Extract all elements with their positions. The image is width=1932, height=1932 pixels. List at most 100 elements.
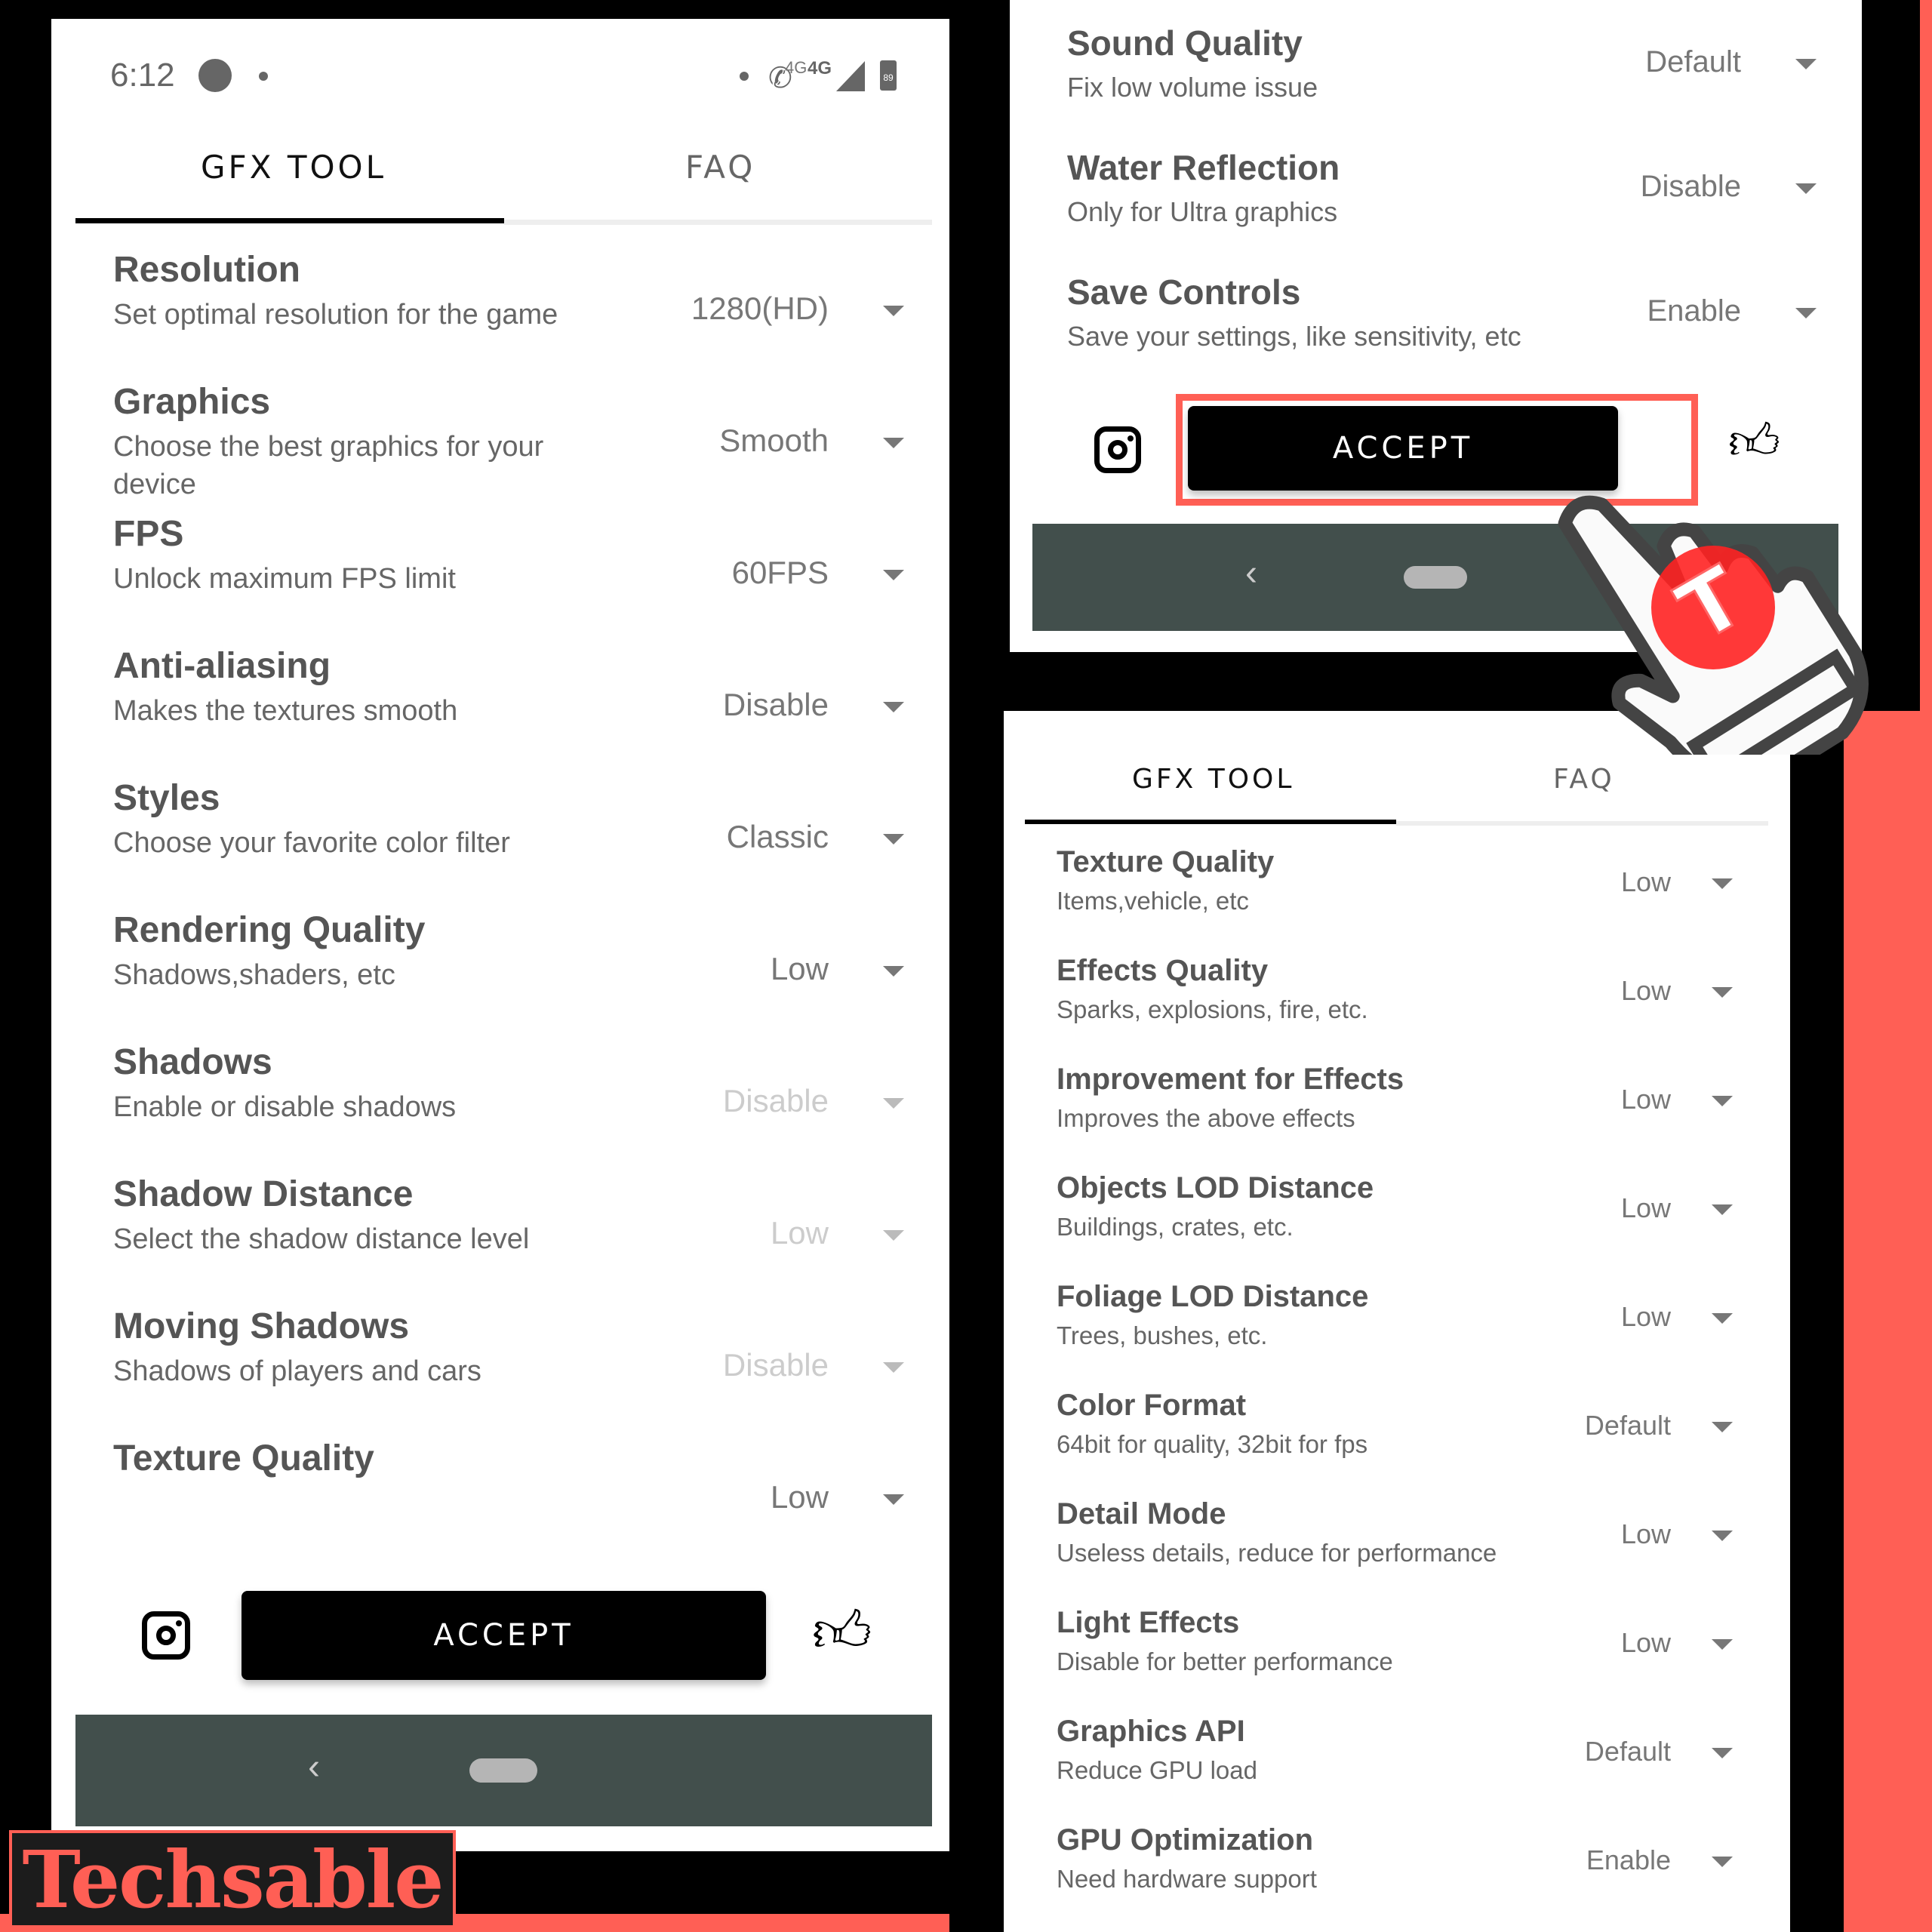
setting-value-dropdown[interactable]: Default: [1585, 1736, 1671, 1767]
setting-title: Foliage LOD Distance: [1057, 1280, 1369, 1313]
setting-subtitle: Save your settings, like sensitivity, et…: [1067, 321, 1521, 352]
chevron-down-icon[interactable]: [1712, 1096, 1733, 1106]
setting-value-dropdown[interactable]: Default: [1585, 1410, 1671, 1441]
setting-row[interactable]: GPU Optimization Need hardware support Ena…: [1004, 1823, 1790, 1932]
setting-value-dropdown[interactable]: Low: [771, 1215, 829, 1251]
setting-row[interactable]: Save Controls Save your settings, like se…: [1010, 272, 1862, 396]
setting-value-dropdown[interactable]: Default: [1645, 45, 1741, 79]
setting-value-dropdown[interactable]: Low: [771, 951, 829, 987]
setting-row[interactable]: Detail Mode Useless details, reduce for p…: [1004, 1497, 1790, 1606]
setting-row[interactable]: Water Reflection Only for Ultra graphics D…: [1010, 147, 1862, 272]
setting-title: Resolution: [113, 250, 300, 290]
chevron-down-icon[interactable]: [883, 834, 904, 844]
setting-value-dropdown[interactable]: Disable: [723, 1347, 829, 1383]
setting-value-dropdown[interactable]: Smooth: [719, 423, 829, 459]
setting-value-dropdown[interactable]: Low: [1621, 1192, 1671, 1224]
chevron-down-icon[interactable]: [1795, 308, 1817, 318]
back-icon[interactable]: ‹: [1245, 552, 1257, 594]
instagram-icon[interactable]: [142, 1611, 190, 1660]
setting-title: Shadows: [113, 1042, 272, 1082]
setting-row[interactable]: Foliage LOD Distance Trees, bushes, etc. L…: [1004, 1280, 1790, 1389]
setting-subtitle: Select the shadow distance level: [113, 1223, 530, 1255]
setting-subtitle: Makes the textures smooth: [113, 695, 458, 727]
home-pill[interactable]: [1404, 566, 1467, 589]
setting-row[interactable]: Effects Quality Sparks, explosions, fire,…: [1004, 954, 1790, 1063]
setting-row[interactable]: Shadow Distance Select the shadow distanc…: [51, 1174, 949, 1306]
setting-value-dropdown[interactable]: Enable: [1647, 294, 1741, 328]
chevron-down-icon[interactable]: [1712, 1857, 1733, 1867]
setting-row[interactable]: Rendering Quality Shadows,shaders, etc Low: [51, 909, 949, 1041]
tab-faq[interactable]: FAQ: [685, 149, 755, 186]
chevron-down-icon[interactable]: [883, 438, 904, 448]
setting-value-dropdown[interactable]: Low: [1621, 1301, 1671, 1333]
setting-value-dropdown[interactable]: Disable: [723, 687, 829, 723]
notification-dot: [740, 72, 749, 81]
setting-subtitle: Trees, bushes, etc.: [1057, 1321, 1268, 1349]
setting-row[interactable]: Texture Quality Low: [51, 1438, 949, 1570]
chevron-down-icon[interactable]: [1712, 1313, 1733, 1324]
setting-value-dropdown[interactable]: Disable: [1641, 170, 1741, 204]
hand-pointer-icon: T: [1558, 495, 1869, 755]
setting-value-dropdown[interactable]: Disable: [723, 1083, 829, 1119]
setting-value-dropdown[interactable]: 60FPS: [732, 555, 829, 591]
setting-subtitle: Shadows of players and cars: [113, 1355, 481, 1387]
setting-value-dropdown[interactable]: Low: [1621, 1084, 1671, 1115]
chevron-down-icon[interactable]: [1712, 1531, 1733, 1541]
setting-title: Moving Shadows: [113, 1306, 410, 1346]
setting-value-dropdown[interactable]: Low: [1621, 1627, 1671, 1659]
setting-row[interactable]: Color Format 64bit for quality, 32bit for…: [1004, 1389, 1790, 1497]
setting-title: Anti-aliasing: [113, 646, 331, 686]
setting-row[interactable]: Anti-aliasing Makes the textures smooth Di…: [51, 645, 949, 777]
tab-gfx-tool[interactable]: GFX TOOL: [1132, 764, 1294, 795]
chevron-down-icon[interactable]: [1712, 987, 1733, 998]
chevron-down-icon[interactable]: [883, 1494, 904, 1505]
home-pill[interactable]: [469, 1758, 537, 1783]
chevron-down-icon[interactable]: [1712, 878, 1733, 889]
setting-row[interactable]: Objects LOD Distance Buildings, crates, e…: [1004, 1171, 1790, 1280]
chevron-down-icon[interactable]: [883, 1098, 904, 1109]
chevron-down-icon[interactable]: [883, 570, 904, 580]
setting-row[interactable]: Graphics API Reduce GPU load Default: [1004, 1715, 1790, 1823]
tab-divider: [1396, 821, 1768, 826]
setting-value-dropdown[interactable]: 1280(HD): [691, 291, 829, 327]
chevron-down-icon[interactable]: [1712, 1748, 1733, 1758]
setting-row[interactable]: Graphics Choose the best graphics for you…: [51, 381, 949, 513]
chevron-down-icon[interactable]: [1712, 1204, 1733, 1215]
setting-value-dropdown[interactable]: Low: [1621, 975, 1671, 1007]
instagram-icon[interactable]: [1094, 426, 1141, 473]
setting-title: Detail Mode: [1057, 1497, 1226, 1531]
setting-row[interactable]: Resolution Set optimal resolution for the…: [51, 249, 949, 381]
setting-title: Water Reflection: [1067, 148, 1340, 187]
techsable-logo-text: Techsable: [22, 1832, 445, 1926]
setting-value-dropdown[interactable]: Enable: [1586, 1844, 1671, 1876]
chevron-down-icon[interactable]: [1712, 1422, 1733, 1432]
network-label: 4G: [785, 58, 808, 77]
back-icon[interactable]: ‹: [308, 1746, 320, 1788]
setting-row[interactable]: FPS Unlock maximum FPS limit 60FPS: [51, 513, 949, 645]
chevron-down-icon[interactable]: [1712, 1639, 1733, 1650]
setting-row[interactable]: Improvement for Effects Improves the abov…: [1004, 1063, 1790, 1171]
setting-row[interactable]: Styles Choose your favorite color filter C…: [51, 777, 949, 909]
thumbs-up-icon[interactable]: 👍︎: [812, 1604, 872, 1661]
setting-title: Texture Quality: [113, 1438, 374, 1478]
setting-value-dropdown[interactable]: Classic: [727, 819, 829, 855]
setting-value-dropdown[interactable]: Low: [771, 1479, 829, 1515]
accept-button[interactable]: ACCEPT: [242, 1591, 766, 1680]
setting-row[interactable]: Light Effects Disable for better performa…: [1004, 1606, 1790, 1715]
setting-row[interactable]: Moving Shadows Shadows of players and car…: [51, 1306, 949, 1438]
chevron-down-icon[interactable]: [883, 966, 904, 977]
chevron-down-icon[interactable]: [883, 1362, 904, 1373]
chevron-down-icon[interactable]: [883, 1230, 904, 1241]
tab-gfx-tool[interactable]: GFX TOOL: [201, 149, 386, 186]
setting-row[interactable]: Texture Quality Items,vehicle, etc Low: [1004, 845, 1790, 954]
left-phone-screenshot: 6:12 ✆ 4G 4G 89 GFX TOOL FAQ Resolution S…: [51, 19, 949, 1851]
chevron-down-icon[interactable]: [883, 702, 904, 712]
chevron-down-icon[interactable]: [1795, 59, 1817, 69]
setting-row[interactable]: Sound Quality Fix low volume issue Default: [1010, 23, 1862, 147]
chevron-down-icon[interactable]: [1795, 183, 1817, 194]
setting-value-dropdown[interactable]: Low: [1621, 866, 1671, 898]
chevron-down-icon[interactable]: [883, 306, 904, 316]
setting-row[interactable]: Shadows Enable or disable shadows Disable: [51, 1041, 949, 1174]
tab-faq[interactable]: FAQ: [1553, 764, 1615, 795]
setting-value-dropdown[interactable]: Low: [1621, 1518, 1671, 1550]
